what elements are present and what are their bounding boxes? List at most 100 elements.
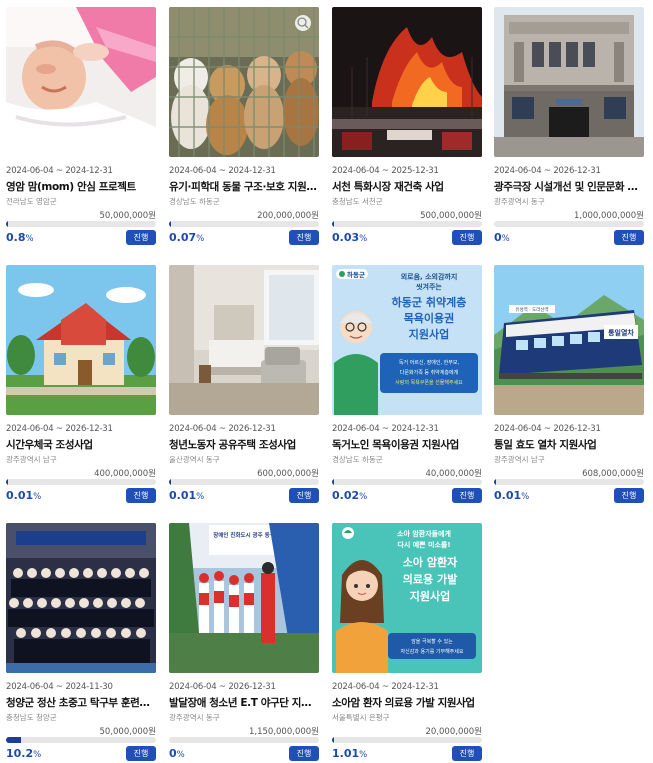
project-thumbnail[interactable]: 소아 암환자들에게 다시 예쁜 미소를! 소아 암환자 의료용 가발 지원사업 … — [332, 523, 482, 673]
percent-sign: % — [359, 234, 368, 244]
project-period: 2024-06-04 ~ 2024-12-31 — [169, 166, 276, 176]
project-card[interactable]: 소아 암환자들에게 다시 예쁜 미소를! 소아 암환자 의료용 가발 지원사업 … — [332, 523, 482, 763]
progress-bar — [169, 479, 319, 485]
project-card[interactable]: 2024-06-04 ~ 2024-11-30 청양군 정산 초중고 탁구부 훈… — [6, 523, 156, 763]
project-title[interactable]: 독거노인 목욕이용권 지원사업 — [332, 437, 482, 452]
poster-text: 소아 암환자 — [403, 555, 458, 569]
project-thumbnail[interactable] — [6, 523, 156, 673]
project-thumbnail[interactable]: 장애인 친화도시 광주 동구 — [169, 523, 319, 673]
status-badge[interactable]: 진행 — [452, 488, 482, 503]
project-title[interactable]: 유기·피학대 동물 구조·보호 지원사업 — [169, 179, 319, 194]
status-badge[interactable]: 진행 — [126, 488, 156, 503]
progress-bar — [494, 479, 644, 485]
progress-rate-value: 0.01 — [6, 489, 34, 502]
project-goal: 608,000,000원 — [582, 469, 644, 479]
project-thumbnail[interactable]: 하동군 외로움, 소외감까지 씻겨주는 하동군 취약계층 목욕이용권 지원사업 … — [332, 265, 482, 415]
progress-bar — [332, 479, 482, 485]
progress-rate: 0% — [494, 231, 510, 244]
project-goal: 400,000,000원 — [94, 469, 156, 479]
progress-rate-value: 0.01 — [169, 489, 197, 502]
project-region: 광주광역시 동구 — [494, 197, 545, 206]
status-badge[interactable]: 진행 — [614, 488, 644, 503]
project-thumbnail[interactable] — [6, 265, 156, 415]
project-title[interactable]: 시간우체국 조성사업 — [6, 437, 156, 452]
poster-text: 지원사업 — [409, 327, 449, 341]
project-thumbnail[interactable] — [494, 7, 644, 157]
status-badge[interactable]: 진행 — [614, 230, 644, 245]
project-card[interactable]: 2024-06-04 ~ 2024-12-31 유기·피학대 동물 구조·보호 … — [169, 7, 319, 252]
poster-note: 암을 극복할 수 있는 — [411, 638, 453, 645]
progress-rate-value: 10.2 — [6, 747, 34, 760]
status-badge[interactable]: 진행 — [126, 746, 156, 761]
train-sign: 통일열차 — [608, 328, 634, 337]
status-badge[interactable]: 진행 — [289, 230, 319, 245]
project-title[interactable]: 서천 특화시장 재건축 사업 — [332, 179, 482, 194]
room-photo — [169, 265, 319, 415]
project-period: 2024-06-04 ~ 2024-12-31 — [332, 424, 439, 434]
project-thumbnail[interactable] — [169, 7, 319, 157]
progress-rate-value: 0.02 — [332, 489, 360, 502]
project-title[interactable]: 소아암 환자 의료용 가발 지원사업 — [332, 695, 482, 710]
progress-bar — [332, 221, 482, 227]
percent-sign: % — [359, 492, 368, 502]
progress-bar — [332, 737, 482, 743]
project-region: 광주광역시 동구 — [169, 713, 220, 722]
status-badge[interactable]: 진행 — [289, 488, 319, 503]
project-title[interactable]: 청양군 정산 초중고 탁구부 훈련용품 지원 — [6, 695, 156, 710]
project-region: 서울특별시 은평구 — [332, 713, 390, 722]
progress-bar — [6, 737, 156, 743]
project-title[interactable]: 광주극장 시설개선 및 인문문화 프로그램 — [494, 179, 644, 194]
project-card[interactable]: 통일열차 유성역 · 도라산역 2024-06-04 ~ 2026-12-31 … — [494, 265, 644, 510]
poster-text: 하동군 취약계층 — [392, 295, 467, 309]
project-thumbnail[interactable] — [169, 265, 319, 415]
status-badge[interactable]: 진행 — [126, 230, 156, 245]
project-card[interactable]: 하동군 외로움, 소외감까지 씻겨주는 하동군 취약계층 목욕이용권 지원사업 … — [332, 265, 482, 510]
status-badge[interactable]: 진행 — [289, 746, 319, 761]
progress-rate-value: 0 — [494, 231, 502, 244]
poster-text: 씻겨주는 — [416, 282, 442, 291]
baseball-team-photo: 장애인 친화도시 광주 동구 — [169, 523, 319, 673]
project-thumbnail[interactable]: 통일열차 유성역 · 도라산역 — [494, 265, 644, 415]
progress-bar — [169, 221, 319, 227]
progress-fill — [169, 221, 172, 227]
progress-bar — [6, 479, 156, 485]
project-card[interactable]: 2024-06-04 ~ 2025-12-31 서천 특화시장 재건축 사업 충… — [332, 7, 482, 252]
project-thumbnail[interactable] — [6, 7, 156, 157]
percent-sign: % — [25, 234, 34, 244]
project-card[interactable]: 2024-06-04 ~ 2026-12-31 광주극장 시설개선 및 인문문화… — [494, 7, 644, 252]
project-title[interactable]: 발달장애 청소년 E.T 야구단 지원사업 — [169, 695, 319, 710]
unification-train-illustration: 통일열차 유성역 · 도라산역 — [494, 265, 644, 415]
post-office-illustration — [6, 265, 156, 415]
poster-note: 독거 어르신, 장애인, 한부모, — [399, 359, 460, 366]
progress-fill — [332, 737, 335, 743]
percent-sign: % — [33, 492, 42, 502]
progress-rate: 10.2% — [6, 747, 41, 760]
project-period: 2024-06-04 ~ 2024-11-30 — [6, 682, 113, 692]
percent-sign: % — [359, 750, 368, 760]
progress-rate: 0.8% — [6, 231, 34, 244]
project-period: 2024-06-04 ~ 2024-12-31 — [332, 682, 439, 692]
project-region: 울산광역시 동구 — [169, 455, 220, 464]
poster-note: 사랑의 목욕쿠폰을 선물해주세요 — [395, 379, 463, 386]
project-title[interactable]: 영암 맘(mom) 안심 프로젝트 — [6, 179, 156, 194]
status-badge[interactable]: 진행 — [452, 230, 482, 245]
project-goal: 50,000,000원 — [99, 727, 157, 737]
project-period: 2024-06-04 ~ 2026-12-31 — [169, 682, 276, 692]
project-card[interactable]: 2024-06-04 ~ 2024-12-31 영암 맘(mom) 안심 프로젝… — [6, 7, 156, 252]
project-thumbnail[interactable] — [332, 7, 482, 157]
project-card[interactable]: 장애인 친화도시 광주 동구 2024-06-04 ~ 2026-12-31 발… — [169, 523, 319, 763]
poster-note: 자신감과 용기를 기부해주세요 — [401, 648, 464, 655]
zoom-icon[interactable] — [295, 15, 311, 31]
project-title[interactable]: 통일 효도 열차 지원사업 — [494, 437, 644, 452]
project-card[interactable]: 2024-06-04 ~ 2026-12-31 시간우체국 조성사업 광주광역시… — [6, 265, 156, 510]
project-card[interactable]: 2024-06-04 ~ 2026-12-31 청년노동자 공유주택 조성사업 … — [169, 265, 319, 510]
progress-fill — [6, 479, 9, 485]
project-goal: 40,000,000원 — [425, 469, 483, 479]
progress-rate: 0.02% — [332, 489, 367, 502]
project-period: 2024-06-04 ~ 2026-12-31 — [494, 166, 601, 176]
progress-rate-value: 1.01 — [332, 747, 360, 760]
status-badge[interactable]: 진행 — [452, 746, 482, 761]
percent-sign: % — [176, 750, 185, 760]
progress-fill — [332, 221, 335, 227]
project-title[interactable]: 청년노동자 공유주택 조성사업 — [169, 437, 319, 452]
